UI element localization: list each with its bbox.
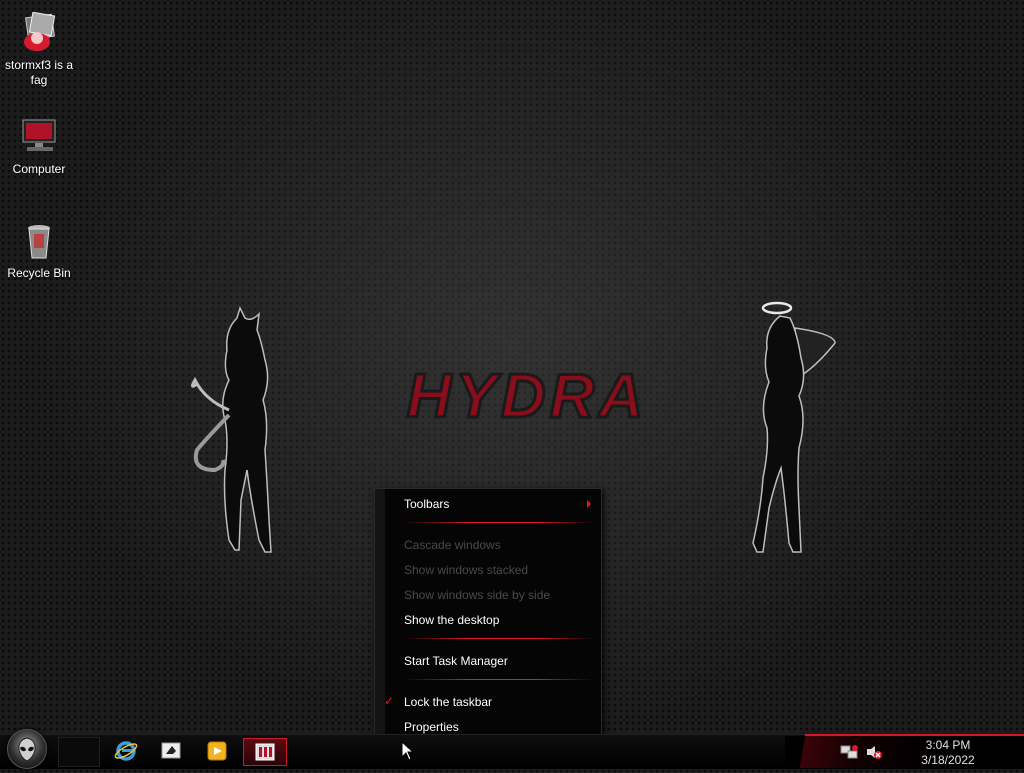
volume-tray-button[interactable]: [865, 744, 883, 760]
desktop-icon-recycle-bin[interactable]: Recycle Bin: [0, 220, 78, 281]
taskbar-ie-button[interactable]: [112, 738, 140, 764]
taskbar-context-menu: Toolbars Cascade windows Show windows st…: [374, 488, 602, 742]
alien-orb-icon: [18, 737, 36, 762]
tray-accent-line: [805, 734, 1024, 736]
submenu-arrow-icon: [587, 500, 591, 508]
desktop-icon-label: Recycle Bin: [7, 266, 71, 280]
menu-item-show-windows-side-by-side: Show windows side by side: [404, 588, 551, 602]
user-folder-icon: [24, 12, 56, 51]
desktop-icon-computer[interactable]: Computer: [0, 116, 78, 177]
recycle-bin-icon: [28, 225, 50, 259]
taskbar-app-button[interactable]: [243, 738, 287, 766]
taskbar-media-player-button[interactable]: [203, 738, 231, 764]
menu-item-show-windows-stacked: Show windows stacked: [404, 563, 529, 577]
menu-item-show-the-desktop[interactable]: Show the desktop: [404, 611, 499, 629]
hydra-wordmark: HYDRA: [405, 362, 647, 432]
menu-item-cascade-windows: Cascade windows: [404, 538, 501, 552]
menu-item-start-task-manager[interactable]: Start Task Manager: [404, 652, 508, 670]
system-clock[interactable]: 3:04 PM 3/18/2022: [900, 738, 996, 768]
wordmark-text: HYDRA: [407, 362, 647, 431]
menu-separator: [403, 638, 593, 639]
devil-silhouette-figure: [190, 305, 272, 553]
network-icon: [840, 745, 858, 759]
network-tray-button[interactable]: [840, 744, 858, 760]
app-window-icon: [255, 743, 275, 761]
clock-date: 3/18/2022: [921, 753, 975, 767]
menu-item-lock-the-taskbar[interactable]: Lock the taskbar: [404, 693, 492, 711]
computer-icon: [22, 119, 56, 151]
check-icon: ✓: [384, 694, 395, 708]
angel-silhouette-figure: [752, 301, 836, 553]
menu-item-toolbars[interactable]: Toolbars: [404, 495, 594, 513]
taskbar-spacer: [58, 737, 100, 767]
menu-separator: [403, 522, 593, 523]
menu-separator: [403, 679, 593, 680]
desktop-icon-user-folder[interactable]: stormxf3 is a fag: [0, 12, 78, 88]
desktop-icon-label: Computer: [12, 162, 66, 176]
volume-muted-icon: [867, 746, 882, 759]
desktop-icon-label: stormxf3 is a fag: [4, 58, 73, 87]
internet-explorer-icon: [114, 741, 138, 761]
menu-item-label: Toolbars: [404, 497, 450, 511]
taskbar-explorer-button[interactable]: [157, 738, 185, 764]
media-player-icon: [207, 741, 227, 761]
mouse-cursor-icon: [401, 741, 415, 761]
clock-time: 3:04 PM: [925, 738, 971, 752]
start-button[interactable]: [7, 729, 47, 769]
windows-explorer-icon: [161, 742, 181, 759]
